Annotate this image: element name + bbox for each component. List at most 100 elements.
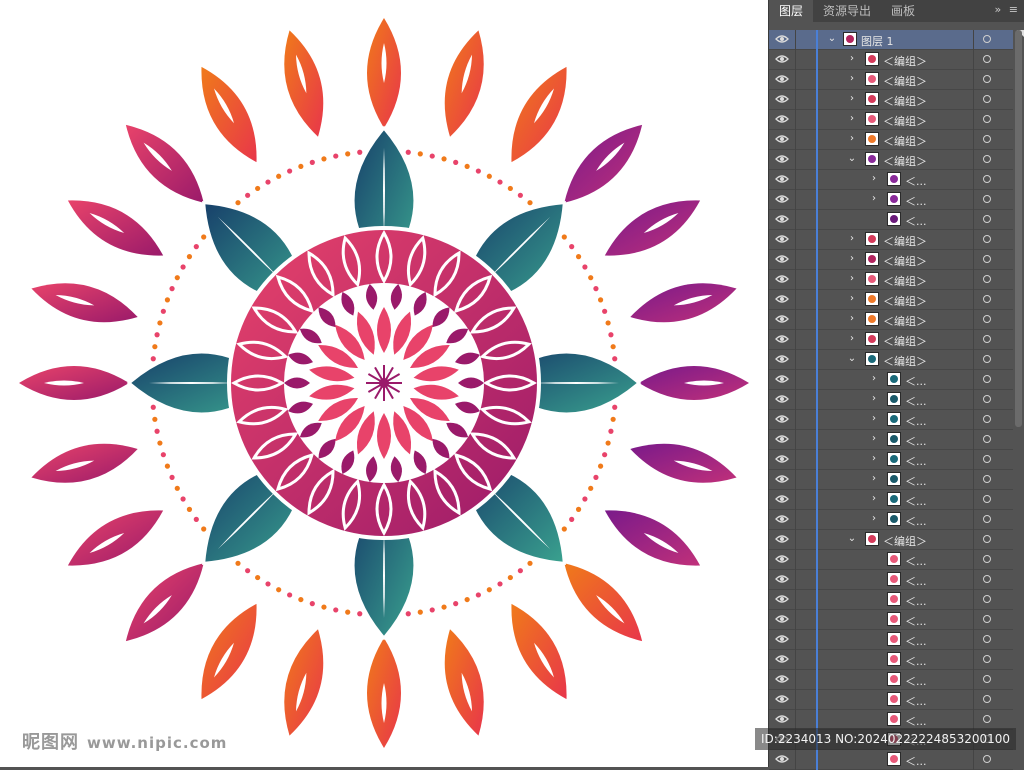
target-circle-icon[interactable] [983, 35, 991, 43]
lock-column[interactable] [795, 190, 796, 210]
visibility-eye-icon[interactable] [775, 453, 789, 465]
lock-column[interactable] [795, 250, 796, 270]
layer-row[interactable]: › ＜编组＞ [769, 70, 1013, 90]
layer-name[interactable]: 图层 1 [861, 33, 894, 49]
lock-column[interactable] [795, 590, 796, 610]
chevron-right-icon[interactable]: › [847, 113, 857, 124]
lock-column[interactable] [795, 510, 796, 530]
target-circle-icon[interactable] [983, 95, 991, 103]
target-circle-icon[interactable] [983, 695, 991, 703]
layer-name[interactable]: ＜编组＞ [883, 113, 927, 129]
layer-name[interactable]: ＜编组＞ [883, 53, 927, 69]
layer-name[interactable]: ＜... [905, 713, 927, 729]
visibility-eye-icon[interactable] [775, 653, 789, 665]
chevron-right-icon[interactable]: › [869, 453, 879, 464]
target-circle-icon[interactable] [983, 615, 991, 623]
visibility-eye-icon[interactable] [775, 233, 789, 245]
target-circle-icon[interactable] [983, 215, 991, 223]
visibility-eye-icon[interactable] [775, 353, 789, 365]
chevron-right-icon[interactable]: › [869, 473, 879, 484]
layer-row[interactable]: › ＜编组＞ [769, 330, 1013, 350]
layer-name[interactable]: ＜... [905, 493, 927, 509]
layer-row[interactable]: ＜... [769, 610, 1013, 630]
layer-name[interactable]: ＜... [905, 573, 927, 589]
target-circle-icon[interactable] [983, 755, 991, 763]
visibility-eye-icon[interactable] [775, 333, 789, 345]
target-circle-icon[interactable] [983, 655, 991, 663]
panel-menu-icon[interactable]: ≡ [1009, 3, 1018, 16]
layer-row[interactable]: › ＜... [769, 470, 1013, 490]
lock-column[interactable] [795, 210, 796, 230]
layer-row[interactable]: ＜... [769, 210, 1013, 230]
expand-panel-icon[interactable]: » [995, 3, 1002, 16]
layer-row[interactable]: › ＜编组＞ [769, 90, 1013, 110]
chevron-right-icon[interactable]: › [869, 193, 879, 204]
layer-name[interactable]: ＜... [905, 473, 927, 489]
lock-column[interactable] [795, 470, 796, 490]
visibility-eye-icon[interactable] [775, 593, 789, 605]
target-circle-icon[interactable] [983, 155, 991, 163]
chevron-right-icon[interactable]: › [847, 273, 857, 284]
visibility-eye-icon[interactable] [775, 93, 789, 105]
layer-name[interactable]: ＜编组＞ [883, 293, 927, 309]
lock-column[interactable] [795, 90, 796, 110]
target-circle-icon[interactable] [983, 415, 991, 423]
visibility-eye-icon[interactable] [775, 613, 789, 625]
visibility-eye-icon[interactable] [775, 573, 789, 585]
lock-column[interactable] [795, 150, 796, 170]
layer-name[interactable]: ＜编组＞ [883, 233, 927, 249]
lock-column[interactable] [795, 710, 796, 730]
target-circle-icon[interactable] [983, 435, 991, 443]
layer-row[interactable]: ＜... [769, 650, 1013, 670]
target-circle-icon[interactable] [983, 595, 991, 603]
target-circle-icon[interactable] [983, 375, 991, 383]
layer-row[interactable]: › ＜... [769, 190, 1013, 210]
layer-name[interactable]: ＜编组＞ [883, 253, 927, 269]
chevron-right-icon[interactable]: › [869, 173, 879, 184]
layer-name[interactable]: ＜编组＞ [883, 133, 927, 149]
lock-column[interactable] [795, 230, 796, 250]
visibility-eye-icon[interactable] [775, 373, 789, 385]
lock-column[interactable] [795, 550, 796, 570]
layer-name[interactable]: ＜... [905, 193, 927, 209]
lock-column[interactable] [795, 450, 796, 470]
target-circle-icon[interactable] [983, 175, 991, 183]
lock-column[interactable] [795, 350, 796, 370]
visibility-eye-icon[interactable] [775, 133, 789, 145]
layer-name[interactable]: ＜... [905, 213, 927, 229]
target-circle-icon[interactable] [983, 135, 991, 143]
layer-row[interactable]: ＜... [769, 550, 1013, 570]
layer-row[interactable]: ＜... [769, 710, 1013, 730]
lock-column[interactable] [795, 130, 796, 150]
visibility-eye-icon[interactable] [775, 693, 789, 705]
visibility-eye-icon[interactable] [775, 713, 789, 725]
target-circle-icon[interactable] [983, 275, 991, 283]
layer-row[interactable]: › ＜编组＞ [769, 130, 1013, 150]
visibility-eye-icon[interactable] [775, 533, 789, 545]
visibility-eye-icon[interactable] [775, 73, 789, 85]
chevron-down-icon[interactable]: ⌄ [847, 153, 857, 164]
chevron-right-icon[interactable]: › [869, 513, 879, 524]
visibility-eye-icon[interactable] [775, 173, 789, 185]
chevron-right-icon[interactable]: › [847, 53, 857, 64]
target-circle-icon[interactable] [983, 675, 991, 683]
target-circle-icon[interactable] [983, 495, 991, 503]
tab-artboards[interactable]: 画板 [881, 0, 925, 22]
lock-column[interactable] [795, 30, 796, 50]
layer-row[interactable]: ⌄ 图层 1 [769, 30, 1013, 50]
chevron-right-icon[interactable]: › [869, 373, 879, 384]
visibility-eye-icon[interactable] [775, 273, 789, 285]
visibility-eye-icon[interactable] [775, 673, 789, 685]
target-circle-icon[interactable] [983, 455, 991, 463]
lock-column[interactable] [795, 690, 796, 710]
chevron-down-icon[interactable]: ⌄ [847, 533, 857, 544]
target-circle-icon[interactable] [983, 335, 991, 343]
layer-name[interactable]: ＜... [905, 653, 927, 669]
target-circle-icon[interactable] [983, 635, 991, 643]
chevron-down-icon[interactable]: ⌄ [827, 33, 837, 44]
chevron-right-icon[interactable]: › [869, 433, 879, 444]
chevron-right-icon[interactable]: › [847, 93, 857, 104]
visibility-eye-icon[interactable] [775, 493, 789, 505]
chevron-right-icon[interactable]: › [869, 493, 879, 504]
layer-row[interactable]: › ＜... [769, 170, 1013, 190]
